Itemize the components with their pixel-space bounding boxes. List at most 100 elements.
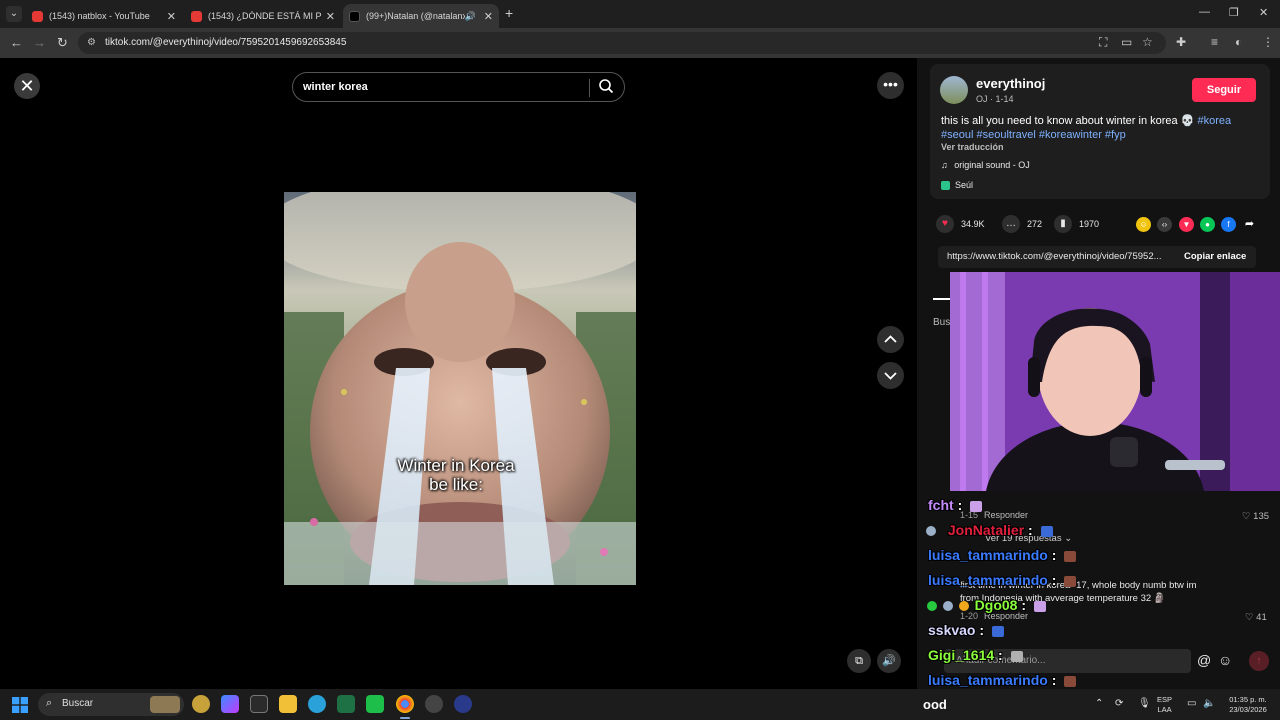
search-divider: [589, 79, 590, 97]
chat-message: fcht :: [928, 497, 983, 513]
excel-icon[interactable]: [337, 695, 355, 713]
tab-tiktok[interactable]: (99+)Natalan (@natalanx) | 🔊 ✕: [343, 4, 499, 28]
copilot-icon[interactable]: [221, 695, 239, 713]
tab-search-button[interactable]: ⌄: [6, 6, 22, 22]
menu-kebab-icon[interactable]: ⋮: [1262, 35, 1274, 49]
clock-date: 23/03/2026: [1229, 705, 1267, 714]
browser-tab-strip: ⌄ (1543) natblox - YouTube ✕ (1543) ¿DÓN…: [0, 0, 1280, 28]
video-caption: Winter in Korea be like:: [284, 456, 628, 494]
reload-icon[interactable]: ↻: [57, 35, 68, 51]
language-indicator[interactable]: ESP LAA: [1157, 695, 1172, 715]
post-comment-button[interactable]: ↑: [1249, 651, 1269, 671]
taskbar-search[interactable]: ⌕ Buscar: [38, 693, 184, 716]
save-button[interactable]: ▮ 1970: [1054, 215, 1099, 233]
url-text[interactable]: tiktok.com/@everythinoj/video/7595201459…: [105, 37, 346, 48]
sync-icon[interactable]: ⟳: [1115, 698, 1123, 709]
edge-icon[interactable]: [308, 695, 326, 713]
chat-message: Gigi_1614 :: [928, 647, 1023, 663]
search-icon[interactable]: [598, 78, 614, 94]
volume-button[interactable]: 🔊: [877, 649, 901, 673]
chat-username: fcht: [928, 497, 954, 513]
tab-close-icon[interactable]: ✕: [167, 10, 176, 23]
kick-icon[interactable]: [366, 695, 384, 713]
emoji-icon[interactable]: ☺: [1218, 652, 1232, 668]
address-bar[interactable]: ⚙ tiktok.com/@everythinoj/video/75952014…: [78, 32, 1166, 54]
comment-like[interactable]: ♡ 41: [1245, 612, 1267, 623]
app-icon[interactable]: [454, 695, 472, 713]
chevron-up-icon[interactable]: ⌃: [1095, 698, 1103, 709]
hashtag-link[interactable]: #korea: [1197, 115, 1231, 127]
chrome-icon[interactable]: [396, 695, 414, 713]
window-close-icon[interactable]: ✕: [1259, 6, 1268, 19]
emoji-share-icon[interactable]: ☺: [1136, 217, 1151, 232]
chat-message: Dgo08 :: [927, 597, 1046, 613]
tab-close-icon[interactable]: ✕: [484, 10, 493, 23]
floating-player-button[interactable]: ⧉: [847, 649, 871, 673]
extensions-icon[interactable]: ✚: [1176, 35, 1186, 49]
microphone-icon[interactable]: 🎙: [1138, 698, 1151, 709]
cast-icon[interactable]: ▭: [1121, 35, 1132, 49]
site-info-icon[interactable]: ⚙: [87, 37, 96, 48]
restore-icon[interactable]: ❐: [1229, 6, 1239, 19]
sound-name: original sound - OJ: [954, 160, 1030, 170]
obs-icon[interactable]: [425, 695, 443, 713]
chatbot-app-icon[interactable]: [192, 695, 210, 713]
author-name[interactable]: everythinoj: [976, 76, 1045, 91]
network-icon[interactable]: ▭: [1187, 698, 1196, 709]
see-translation-link[interactable]: Ver traducción: [941, 142, 1004, 152]
comment-like[interactable]: ♡ 135: [1242, 511, 1269, 522]
back-icon[interactable]: ←: [10, 35, 23, 50]
new-tab-button[interactable]: +: [505, 5, 513, 21]
search-input[interactable]: winter korea: [303, 81, 368, 93]
share-arrow-icon[interactable]: ➦: [1242, 217, 1257, 232]
share-link-text[interactable]: https://www.tiktok.com/@everythinoj/vide…: [947, 251, 1173, 262]
hashtag-link[interactable]: #seoul: [941, 129, 973, 141]
more-options-button[interactable]: •••: [877, 72, 904, 99]
tab-youtube-piel[interactable]: (1543) ¿DÓNDE ESTÁ MI PIEL? A ✕: [185, 4, 341, 28]
embed-icon[interactable]: ‹›: [1157, 217, 1172, 232]
clock[interactable]: 01:35 p. m. 23/03/2026: [1223, 695, 1273, 715]
taskbar-search-label: Buscar: [62, 698, 94, 709]
forward-icon[interactable]: →: [33, 35, 46, 50]
translate-icon[interactable]: ⛶: [1099, 35, 1107, 50]
comment-button[interactable]: … 272: [1002, 215, 1042, 233]
profile-icon[interactable]: ◐: [1235, 35, 1242, 49]
hashtag-link[interactable]: #koreawinter: [1039, 129, 1102, 141]
reply-link[interactable]: Responder: [984, 510, 1028, 520]
next-video-button[interactable]: [877, 362, 904, 389]
audio-playing-icon[interactable]: 🔊: [465, 11, 476, 22]
media-controls-icon[interactable]: ≡: [1211, 35, 1218, 49]
post-description: this is all you need to know about winte…: [941, 114, 1261, 142]
tab-partial-label[interactable]: Bus: [933, 317, 950, 328]
windows-start-icon[interactable]: [12, 697, 28, 713]
copy-link-button[interactable]: Copiar enlace: [1184, 251, 1246, 262]
chat-message: sskvao :: [928, 622, 1004, 638]
author-avatar[interactable]: [940, 76, 968, 104]
emote-icon: [1064, 575, 1077, 587]
chat-username: luisa_tammarindo: [928, 547, 1048, 563]
sound-link[interactable]: ♫ original sound - OJ: [941, 160, 1030, 170]
previous-video-button[interactable]: [877, 326, 904, 353]
badge-icon: [926, 526, 936, 537]
caption-line-2: be like:: [429, 475, 483, 494]
store-icon[interactable]: [250, 695, 268, 713]
video-player[interactable]: Winter in Korea be like:: [284, 192, 636, 585]
tab-youtube-natblox[interactable]: (1543) natblox - YouTube ✕: [26, 4, 182, 28]
mention-icon[interactable]: @: [1197, 652, 1211, 668]
bookmark-star-icon[interactable]: ☆: [1142, 35, 1153, 49]
location-link[interactable]: Seúl: [941, 180, 973, 191]
facebook-icon[interactable]: f: [1221, 217, 1236, 232]
volume-icon[interactable]: 🔈: [1203, 698, 1215, 709]
close-video-button[interactable]: ✕: [14, 73, 40, 99]
hashtag-link[interactable]: #fyp: [1105, 129, 1126, 141]
file-explorer-icon[interactable]: [279, 695, 297, 713]
send-to-friends-icon[interactable]: ▼: [1179, 217, 1194, 232]
minimize-icon[interactable]: —: [1199, 6, 1210, 18]
tab-close-icon[interactable]: ✕: [326, 10, 335, 23]
hashtag-link[interactable]: #seoultravel: [976, 129, 1035, 141]
chat-username: luisa_tammarindo: [928, 572, 1048, 588]
follow-button[interactable]: Seguir: [1192, 78, 1256, 102]
like-button[interactable]: ♥ 34.9K: [936, 215, 985, 233]
search-bar[interactable]: winter korea: [292, 72, 625, 102]
line-share-icon[interactable]: ●: [1200, 217, 1215, 232]
